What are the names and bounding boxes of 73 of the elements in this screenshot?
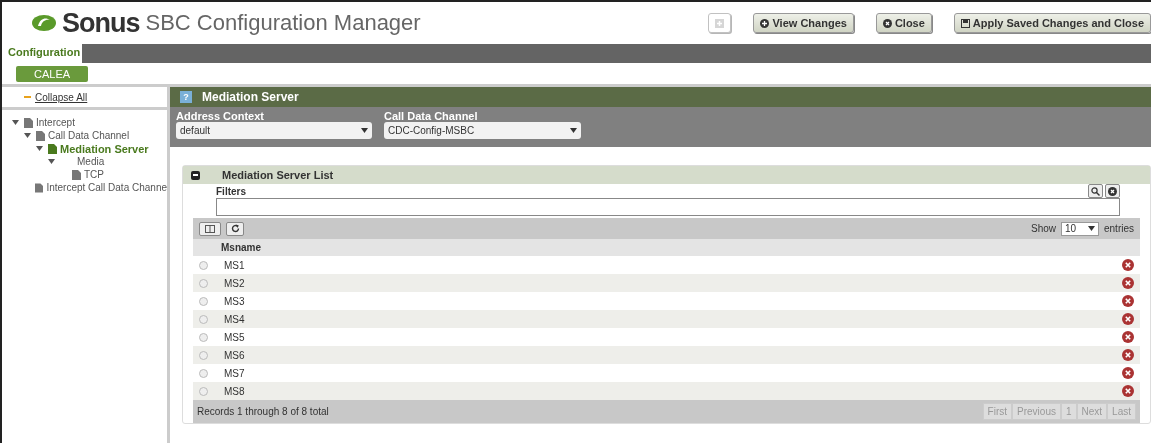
row-radio[interactable] <box>199 350 208 360</box>
delete-icon[interactable] <box>1122 367 1134 379</box>
delete-icon[interactable] <box>1122 313 1134 325</box>
brand-name: Sonus <box>62 7 140 39</box>
expand-toggle-icon[interactable] <box>24 132 31 139</box>
delete-icon[interactable] <box>1122 349 1134 361</box>
document-icon <box>72 169 81 180</box>
expand-toggle-icon[interactable] <box>36 145 43 152</box>
expand-toggle-icon[interactable] <box>12 119 19 126</box>
tree-item[interactable]: Media <box>77 156 105 167</box>
apply-button[interactable]: Apply Saved Changes and Close <box>953 13 1151 33</box>
search-button[interactable] <box>1088 184 1103 198</box>
delete-icon[interactable] <box>1122 277 1134 289</box>
view-changes-button[interactable]: View Changes <box>753 13 854 33</box>
table-cell-text: MS4 <box>224 313 246 325</box>
tree-item[interactable]: Intercept <box>36 117 75 128</box>
table-cell-text: MS8 <box>224 385 246 397</box>
row-radio[interactable] <box>199 314 208 324</box>
caret-icon <box>570 128 577 133</box>
records-info: Records 1 through 8 of 8 total <box>197 406 329 417</box>
save-icon <box>960 18 970 28</box>
entries-label: entries <box>1104 223 1134 234</box>
tree-item[interactable]: Call Data Channel <box>48 130 130 141</box>
row-radio[interactable] <box>199 296 208 306</box>
app-title: SBC Configuration Manager <box>145 10 421 36</box>
columns-icon <box>205 224 215 233</box>
caret-icon <box>1088 226 1095 231</box>
clear-button[interactable] <box>1105 184 1120 198</box>
panel-title: Mediation Server <box>202 90 299 104</box>
select-field[interactable]: CDC-Config-MSBC <box>384 122 581 139</box>
delete-icon[interactable] <box>1122 259 1134 271</box>
document-icon <box>35 182 44 193</box>
tree-item[interactable]: TCP <box>84 169 104 180</box>
filter-field[interactable] <box>216 198 1120 216</box>
row-radio[interactable] <box>199 278 208 288</box>
caret-icon <box>361 128 368 133</box>
table-cell-text: MS3 <box>224 295 246 307</box>
column-header[interactable]: Msname <box>193 239 1140 256</box>
close-icon <box>882 18 892 28</box>
table-cell-text: MS5 <box>224 331 246 343</box>
delete-icon[interactable] <box>1122 385 1134 397</box>
tab[interactable]: Configuration <box>2 44 82 63</box>
columns-button[interactable] <box>199 221 221 236</box>
close-button[interactable]: Close <box>875 13 932 33</box>
row-radio[interactable] <box>199 386 208 396</box>
list-title: Mediation Server List <box>222 169 334 181</box>
tree-item[interactable]: Intercept Call Data Channe <box>46 182 167 193</box>
row-radio[interactable] <box>199 368 208 378</box>
document-icon <box>24 117 33 128</box>
show-label: Show <box>1030 223 1056 234</box>
row-radio[interactable] <box>199 332 208 342</box>
tree-item[interactable]: Mediation Server <box>60 142 149 155</box>
document-icon <box>48 143 57 154</box>
filters-label: Filters <box>216 185 246 197</box>
collapse-all-link[interactable]: Collapse All <box>35 91 88 103</box>
delete-icon[interactable] <box>1122 331 1134 343</box>
refresh-button[interactable] <box>226 221 244 236</box>
table-cell-text: MS1 <box>224 259 246 271</box>
row-radio[interactable] <box>199 260 208 270</box>
expand-toggle-icon[interactable] <box>48 158 55 165</box>
table-cell-text: MS2 <box>224 277 246 289</box>
collapse-icon[interactable] <box>191 170 200 180</box>
field-label: Address Context <box>176 110 266 122</box>
page-size-select[interactable]: 10 <box>1061 221 1099 236</box>
plus-icon <box>715 18 725 28</box>
field-label: Call Data Channel <box>384 110 479 122</box>
delete-icon[interactable] <box>1122 295 1134 307</box>
logo-icon <box>32 14 56 32</box>
refresh-icon <box>230 224 240 233</box>
select-field[interactable]: default <box>176 122 372 139</box>
document-icon <box>36 130 45 141</box>
table-cell-text: MS6 <box>224 349 246 361</box>
table-cell-text: MS7 <box>224 367 246 379</box>
